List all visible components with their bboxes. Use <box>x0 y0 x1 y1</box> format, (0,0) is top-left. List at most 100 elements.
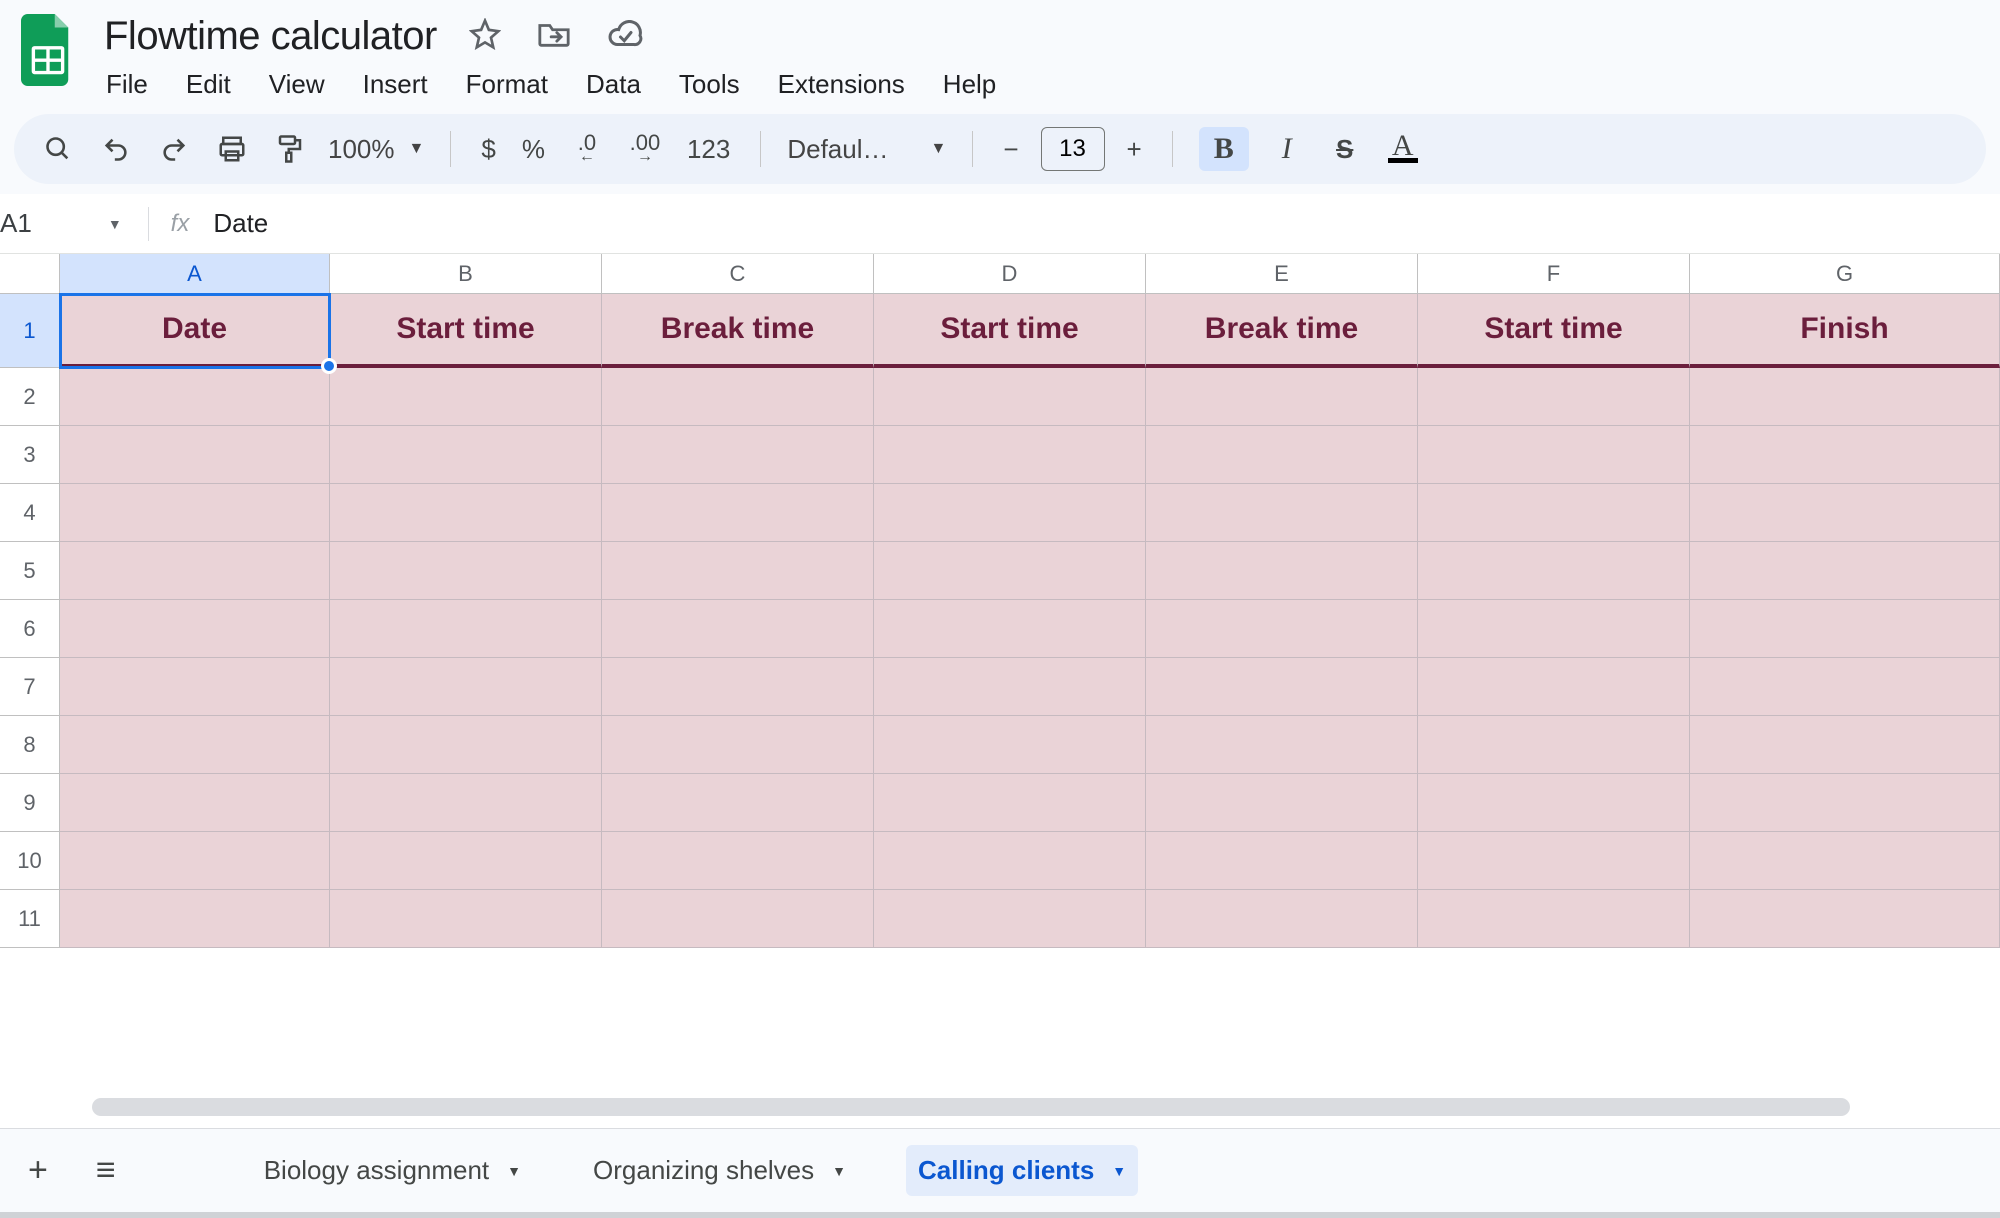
cell[interactable] <box>1690 774 2000 832</box>
row-header-9[interactable]: 9 <box>0 774 60 832</box>
cell[interactable] <box>330 890 602 948</box>
cell[interactable] <box>602 832 874 890</box>
cell[interactable] <box>60 890 330 948</box>
row-header-5[interactable]: 5 <box>0 542 60 600</box>
cell[interactable] <box>60 600 330 658</box>
cell[interactable] <box>1146 426 1418 484</box>
cell[interactable] <box>602 426 874 484</box>
cell[interactable] <box>1418 658 1690 716</box>
sheets-logo[interactable] <box>18 10 78 90</box>
cell[interactable] <box>602 890 874 948</box>
cell[interactable] <box>1418 484 1690 542</box>
search-icon[interactable] <box>38 127 78 171</box>
col-header-f[interactable]: F <box>1418 254 1690 294</box>
spreadsheet-grid[interactable]: A B C D E F G 1 Date Start time Break ti… <box>0 254 2000 1128</box>
horizontal-scrollbar[interactable] <box>92 1098 1850 1116</box>
doc-title[interactable]: Flowtime calculator <box>104 14 437 59</box>
menu-format[interactable]: Format <box>466 69 548 100</box>
cell[interactable] <box>874 832 1146 890</box>
cell-d1[interactable]: Start time <box>874 294 1146 368</box>
cell[interactable] <box>874 484 1146 542</box>
cell[interactable] <box>60 368 330 426</box>
row-header-6[interactable]: 6 <box>0 600 60 658</box>
cell[interactable] <box>874 368 1146 426</box>
cell[interactable] <box>60 426 330 484</box>
cell[interactable] <box>1690 716 2000 774</box>
cell[interactable] <box>874 890 1146 948</box>
cell[interactable] <box>874 426 1146 484</box>
cell[interactable] <box>1418 832 1690 890</box>
cell[interactable] <box>602 368 874 426</box>
cell[interactable] <box>602 600 874 658</box>
cell[interactable] <box>874 542 1146 600</box>
star-icon[interactable] <box>465 14 505 59</box>
cell[interactable] <box>1690 542 2000 600</box>
col-header-a[interactable]: A <box>60 254 330 294</box>
col-header-g[interactable]: G <box>1690 254 2000 294</box>
cell[interactable] <box>1146 774 1418 832</box>
print-icon[interactable] <box>212 127 252 171</box>
cell-e1[interactable]: Break time <box>1146 294 1418 368</box>
cell[interactable] <box>1418 774 1690 832</box>
cell[interactable] <box>1418 542 1690 600</box>
italic-button[interactable]: I <box>1267 127 1307 171</box>
cell[interactable] <box>602 484 874 542</box>
increase-decimal-button[interactable]: .00→ <box>625 127 665 171</box>
cell[interactable] <box>1690 658 2000 716</box>
formula-bar-input[interactable]: Date <box>213 208 268 239</box>
cell-f1[interactable]: Start time <box>1418 294 1690 368</box>
caret-down-icon[interactable]: ▼ <box>1112 1163 1126 1179</box>
col-header-d[interactable]: D <box>874 254 1146 294</box>
cell[interactable] <box>330 832 602 890</box>
cell[interactable] <box>1418 368 1690 426</box>
col-header-e[interactable]: E <box>1146 254 1418 294</box>
fill-handle[interactable] <box>321 358 337 374</box>
cell[interactable] <box>1690 368 2000 426</box>
cell[interactable] <box>874 716 1146 774</box>
cell-b1[interactable]: Start time <box>330 294 602 368</box>
sheet-tab-calling[interactable]: Calling clients ▼ <box>906 1145 1138 1196</box>
name-box[interactable]: A1 ▼ <box>0 208 126 239</box>
menu-insert[interactable]: Insert <box>363 69 428 100</box>
cell[interactable] <box>1146 600 1418 658</box>
cell[interactable] <box>330 542 602 600</box>
cell[interactable] <box>330 484 602 542</box>
font-size-decrease-button[interactable]: − <box>999 127 1022 171</box>
cell[interactable] <box>60 716 330 774</box>
sheet-tab-biology[interactable]: Biology assignment ▼ <box>252 1145 533 1196</box>
row-header-1[interactable]: 1 <box>0 294 60 368</box>
menu-file[interactable]: File <box>106 69 148 100</box>
cell[interactable] <box>1690 600 2000 658</box>
paint-format-icon[interactable] <box>270 127 310 171</box>
cell[interactable] <box>1146 890 1418 948</box>
menu-help[interactable]: Help <box>943 69 996 100</box>
row-header-11[interactable]: 11 <box>0 890 60 948</box>
cell-g1[interactable]: Finish <box>1690 294 2000 368</box>
row-header-7[interactable]: 7 <box>0 658 60 716</box>
row-header-3[interactable]: 3 <box>0 426 60 484</box>
zoom-select[interactable]: 100% ▼ <box>328 134 424 165</box>
cell[interactable] <box>1418 600 1690 658</box>
menu-extensions[interactable]: Extensions <box>778 69 905 100</box>
percent-button[interactable]: % <box>518 127 549 171</box>
sheet-tab-organizing[interactable]: Organizing shelves ▼ <box>581 1145 858 1196</box>
cell-c1[interactable]: Break time <box>602 294 874 368</box>
cell[interactable] <box>1146 368 1418 426</box>
currency-button[interactable]: $ <box>477 127 499 171</box>
cell[interactable] <box>330 774 602 832</box>
row-header-4[interactable]: 4 <box>0 484 60 542</box>
cell[interactable] <box>60 832 330 890</box>
cell-a1[interactable]: Date <box>60 294 330 368</box>
move-icon[interactable] <box>533 15 575 58</box>
cell[interactable] <box>1418 426 1690 484</box>
cell[interactable] <box>602 658 874 716</box>
all-sheets-button[interactable]: ≡ <box>96 1151 116 1190</box>
cell[interactable] <box>1690 832 2000 890</box>
row-header-10[interactable]: 10 <box>0 832 60 890</box>
cell[interactable] <box>330 600 602 658</box>
cell[interactable] <box>330 368 602 426</box>
cloud-status-icon[interactable] <box>603 16 647 57</box>
select-all-corner[interactable] <box>0 254 60 294</box>
cell[interactable] <box>330 426 602 484</box>
cell[interactable] <box>330 658 602 716</box>
